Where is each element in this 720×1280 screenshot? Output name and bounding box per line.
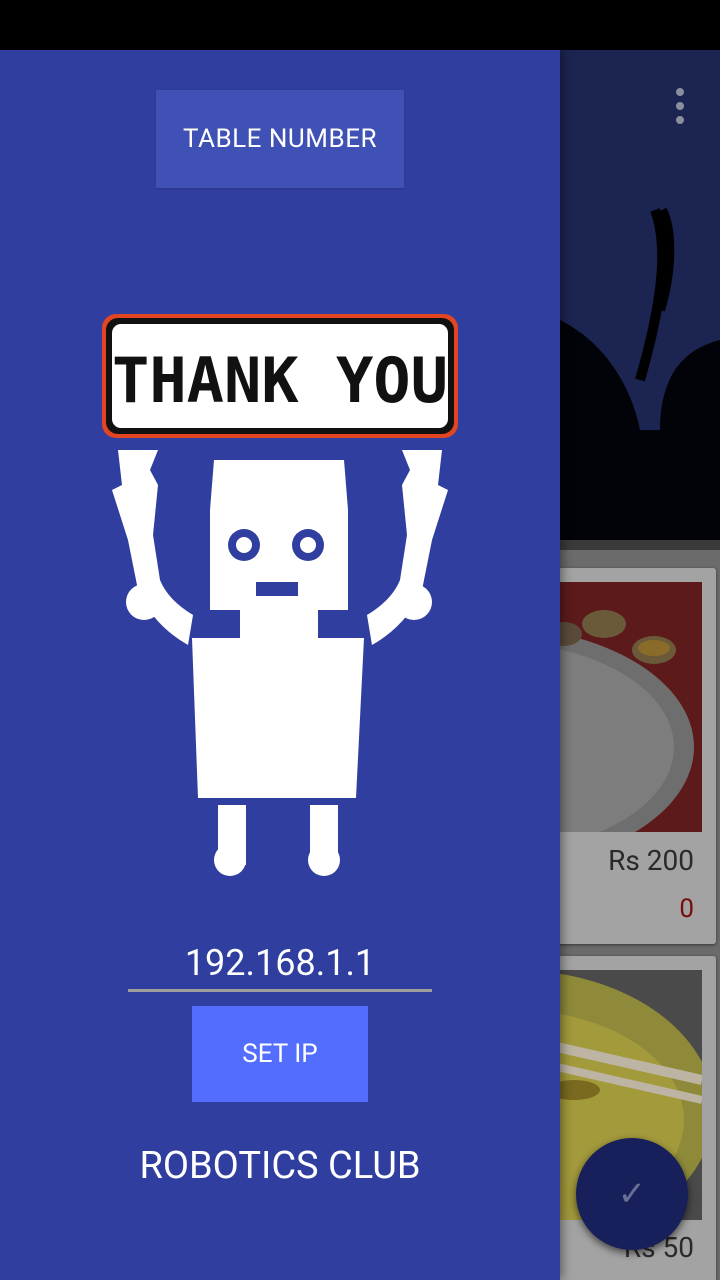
navigation-drawer: TABLE NUMBER THANK YOU SET IP ROBOTICS C…: [0, 50, 560, 1280]
thank-you-robot-illustration: THANK YOU: [102, 314, 458, 876]
item-quantity: 0: [679, 894, 694, 924]
svg-text:THANK YOU: THANK YOU: [112, 344, 448, 417]
set-ip-button[interactable]: SET IP: [192, 1006, 368, 1102]
status-bar: [0, 0, 720, 50]
item-price: Rs 200: [608, 844, 694, 877]
table-number-button[interactable]: TABLE NUMBER: [156, 90, 404, 188]
robotics-club-label: ROBOTICS CLUB: [139, 1144, 421, 1188]
check-icon: ✓: [617, 1174, 647, 1214]
overflow-menu-icon[interactable]: [676, 88, 684, 124]
ip-address-input[interactable]: [128, 936, 432, 992]
confirm-order-button[interactable]: ✓: [576, 1138, 688, 1250]
